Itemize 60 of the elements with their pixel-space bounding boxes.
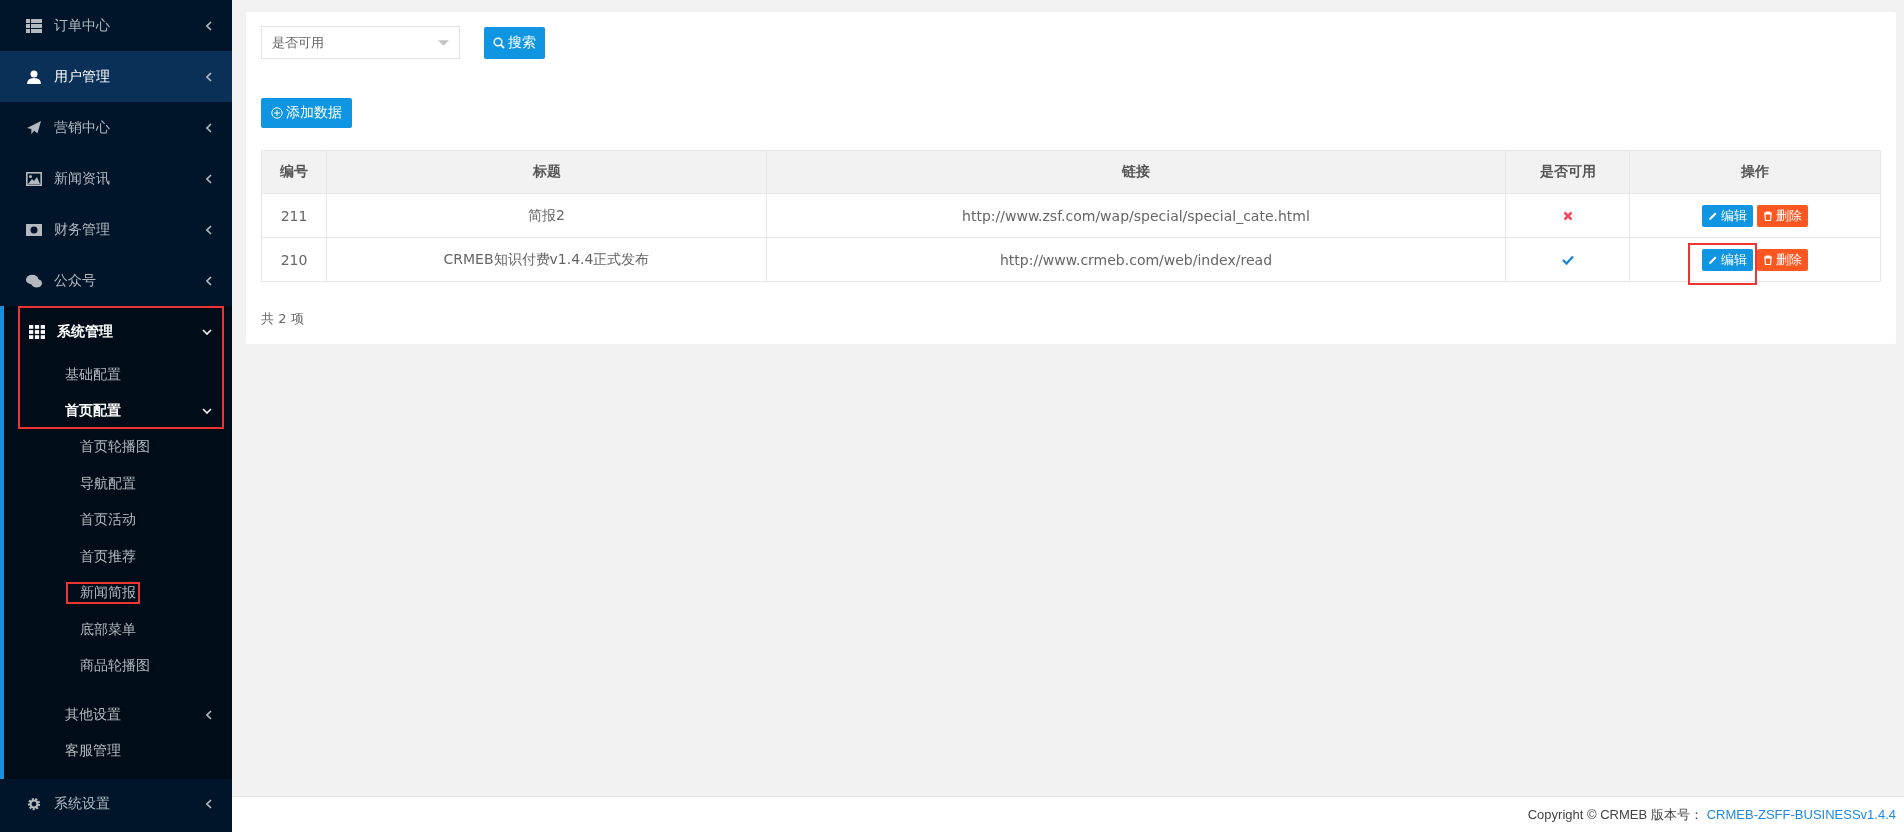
trash-icon: [1763, 210, 1773, 221]
chevron-left-icon: [206, 173, 212, 184]
column-header: 操作: [1629, 150, 1881, 194]
chevron-left-icon: [206, 71, 212, 82]
select-field[interactable]: 是否可用: [261, 26, 460, 59]
user-icon: [26, 69, 42, 84]
chevron-left-icon: [206, 20, 212, 31]
search-icon: [493, 36, 505, 49]
submenu-item[interactable]: 基础配置: [4, 357, 232, 393]
submenu-item[interactable]: 商品轮播图: [80, 657, 150, 676]
grid-icon: [29, 324, 45, 339]
column-header: 链接: [766, 150, 1506, 194]
chevron-left-icon: [206, 709, 212, 720]
gear-icon: [26, 797, 42, 811]
table-cell: http://www.crmeb.com/web/index/read: [766, 237, 1506, 282]
submenu-item[interactable]: 首页配置: [4, 393, 232, 429]
paper-plane-icon: [26, 120, 42, 135]
chevron-down-icon: [202, 408, 212, 414]
chevron-left-icon: [206, 224, 212, 235]
list-icon: [26, 18, 42, 33]
copyright-text: Copyright © CRMEB 版本号：: [1527, 805, 1703, 824]
dropdown-caret-icon: [438, 39, 449, 46]
table-cell: http://www.zsf.com/wap/special/special_cate.html: [766, 193, 1506, 238]
menu-item[interactable]: 营销中心: [0, 102, 232, 153]
table-cell: 211: [261, 193, 327, 238]
submenu-item[interactable]: 首页活动: [80, 511, 136, 530]
pencil-icon: [1708, 254, 1718, 265]
pencil-icon: [1708, 210, 1718, 221]
menu-item[interactable]: 用户管理: [0, 51, 232, 102]
chat-bubbles-icon: [26, 273, 42, 288]
column-header: 标题: [326, 150, 767, 194]
column-header: 编号: [261, 150, 327, 194]
plus-circle-icon: [271, 107, 283, 119]
table-cell: 简报2: [326, 193, 767, 238]
total-count: 共 2 项: [261, 310, 305, 328]
table-cell: CRMEB知识付费v1.4.4正式发布: [326, 237, 767, 282]
submenu-item[interactable]: 首页推荐: [80, 547, 136, 566]
submenu-item[interactable]: 新闻简报: [80, 584, 136, 603]
picture-icon: [26, 171, 42, 186]
version-link[interactable]: CRMEB-ZSFF-BUSINESSv1.4.4: [1706, 807, 1896, 822]
table-cell: 210: [261, 237, 327, 282]
submenu-item[interactable]: 其他设置: [4, 696, 232, 733]
submenu-item[interactable]: 首页轮播图: [80, 438, 150, 457]
menu-item[interactable]: 新闻资讯: [0, 153, 232, 204]
menu-item[interactable]: 财务管理: [0, 204, 232, 255]
chevron-left-icon: [206, 122, 212, 133]
menu-item[interactable]: 公众号: [0, 255, 232, 306]
trash-icon: [1763, 254, 1773, 265]
column-header: 是否可用: [1505, 150, 1630, 194]
chevron-down-icon: [202, 328, 212, 335]
chevron-left-icon: [206, 799, 212, 809]
submenu-item[interactable]: 导航配置: [80, 474, 136, 493]
submenu-item[interactable]: 底部菜单: [80, 620, 136, 639]
money-icon: [26, 222, 42, 237]
highlight-frame: [1688, 242, 1757, 285]
menu-item[interactable]: 系统管理: [4, 306, 232, 357]
submenu-item[interactable]: 客服管理: [4, 732, 232, 769]
menu-item[interactable]: 订单中心: [0, 0, 232, 51]
menu-item[interactable]: 系统设置: [0, 778, 232, 830]
chevron-left-icon: [206, 275, 212, 286]
